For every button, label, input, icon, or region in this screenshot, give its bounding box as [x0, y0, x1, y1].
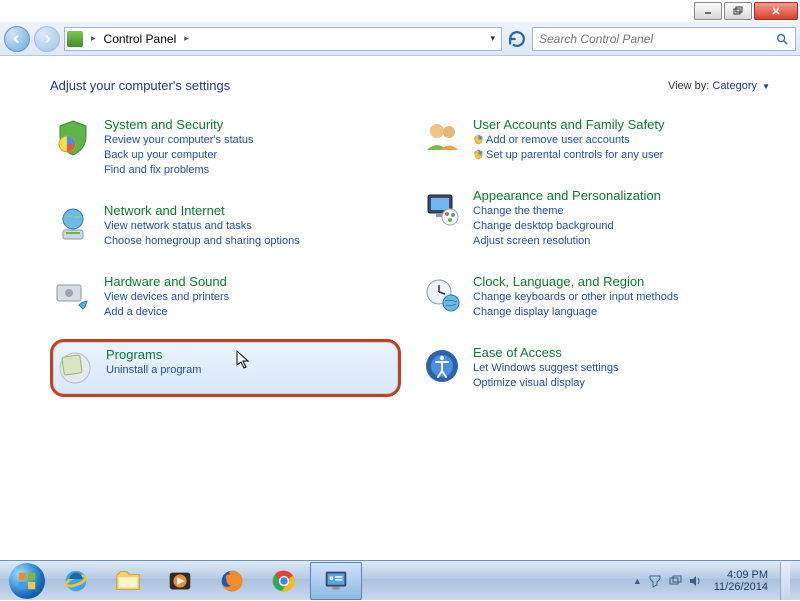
- right-column: User Accounts and Family Safety Add or r…: [419, 111, 770, 397]
- cat-clock-language[interactable]: Clock, Language, and Region Change keybo…: [419, 268, 770, 325]
- category-title[interactable]: Network and Internet: [104, 203, 300, 218]
- view-by-label: View by:: [668, 80, 709, 92]
- system-security-icon: [52, 117, 94, 159]
- category-link[interactable]: Change the theme: [473, 204, 661, 218]
- taskbar-internet-explorer[interactable]: [50, 562, 102, 600]
- action-center-icon[interactable]: [648, 574, 662, 588]
- taskbar-media-player[interactable]: [154, 562, 206, 600]
- volume-icon[interactable]: [688, 574, 702, 588]
- category-title[interactable]: System and Security: [104, 117, 253, 132]
- clock[interactable]: 4:09 PM 11/26/2014: [708, 569, 774, 593]
- category-link[interactable]: Add or remove user accounts: [473, 133, 664, 147]
- clock-date: 11/26/2014: [714, 581, 768, 593]
- chevron-right-icon[interactable]: ▸: [87, 33, 100, 44]
- start-button[interactable]: [6, 561, 48, 601]
- maximize-button[interactable]: [724, 2, 752, 20]
- category-link[interactable]: Adjust screen resolution: [473, 234, 661, 248]
- category-title[interactable]: Ease of Access: [473, 345, 619, 360]
- cat-system-security[interactable]: System and Security Review your computer…: [50, 111, 401, 183]
- view-by-dropdown[interactable]: Category ▼: [712, 80, 770, 92]
- page-title: Adjust your computer's settings: [50, 78, 230, 93]
- appearance-icon: [421, 188, 463, 230]
- left-column: System and Security Review your computer…: [50, 111, 401, 397]
- system-tray: ▲ 4:09 PM 11/26/2014: [633, 562, 794, 600]
- category-title[interactable]: Appearance and Personalization: [473, 188, 661, 203]
- show-desktop-button[interactable]: [780, 562, 790, 600]
- category-link[interactable]: Set up parental controls for any user: [473, 148, 664, 162]
- hardware-sound-icon: [52, 274, 94, 316]
- taskbar-items: [50, 562, 362, 600]
- minimize-button[interactable]: [694, 2, 722, 20]
- category-link[interactable]: Change keyboards or other input methods: [473, 290, 678, 304]
- cat-hardware-sound[interactable]: Hardware and Sound View devices and prin…: [50, 268, 401, 325]
- clock-time: 4:09 PM: [714, 569, 768, 581]
- category-link[interactable]: Change desktop background: [473, 219, 661, 233]
- shield-icon: [473, 149, 484, 160]
- network-icon[interactable]: [668, 574, 682, 588]
- back-button[interactable]: [4, 26, 30, 52]
- address-location[interactable]: Control Panel: [104, 32, 177, 46]
- shield-icon: [473, 134, 484, 145]
- category-title[interactable]: Programs: [106, 347, 201, 362]
- category-link[interactable]: Uninstall a program: [106, 363, 201, 377]
- forward-button[interactable]: [34, 26, 60, 52]
- taskbar-control-panel[interactable]: [310, 562, 362, 600]
- tray-overflow[interactable]: ▲: [633, 576, 642, 586]
- category-link[interactable]: Choose homegroup and sharing options: [104, 234, 300, 248]
- category-link[interactable]: Change display language: [473, 305, 678, 319]
- taskbar-file-explorer[interactable]: [102, 562, 154, 600]
- content-area: Adjust your computer's settings View by:…: [0, 56, 800, 560]
- chevron-down-icon: ▼: [762, 82, 770, 91]
- category-link[interactable]: Review your computer's status: [104, 133, 253, 147]
- category-link[interactable]: View network status and tasks: [104, 219, 300, 233]
- window-controls: [694, 2, 798, 20]
- category-link[interactable]: View devices and printers: [104, 290, 229, 304]
- search-input[interactable]: Search Control Panel: [532, 27, 796, 51]
- view-by: View by: Category ▼: [668, 80, 770, 92]
- refresh-button[interactable]: [506, 28, 528, 50]
- category-title[interactable]: Clock, Language, and Region: [473, 274, 678, 289]
- chevron-right-icon[interactable]: ▸: [180, 33, 193, 44]
- chevron-down-icon[interactable]: ▾: [486, 33, 499, 44]
- category-link[interactable]: Find and fix problems: [104, 163, 253, 177]
- cat-user-accounts[interactable]: User Accounts and Family Safety Add or r…: [419, 111, 770, 168]
- category-link[interactable]: Let Windows suggest settings: [473, 361, 619, 375]
- control-panel-icon: [67, 31, 83, 47]
- taskbar: ▲ 4:09 PM 11/26/2014: [0, 560, 800, 600]
- network-internet-icon: [52, 203, 94, 245]
- cat-network-internet[interactable]: Network and Internet View network status…: [50, 197, 401, 254]
- search-placeholder: Search Control Panel: [539, 32, 653, 46]
- cat-programs[interactable]: Programs Uninstall a program: [50, 339, 401, 397]
- taskbar-chrome[interactable]: [258, 562, 310, 600]
- category-link[interactable]: Add a device: [104, 305, 229, 319]
- cat-ease-of-access[interactable]: Ease of Access Let Windows suggest setti…: [419, 339, 770, 396]
- ease-of-access-icon: [421, 345, 463, 387]
- category-title[interactable]: Hardware and Sound: [104, 274, 229, 289]
- category-title[interactable]: User Accounts and Family Safety: [473, 117, 664, 132]
- search-icon: [775, 32, 789, 46]
- programs-icon: [54, 347, 96, 389]
- category-link[interactable]: Optimize visual display: [473, 376, 619, 390]
- close-button[interactable]: [754, 2, 798, 20]
- cat-appearance[interactable]: Appearance and Personalization Change th…: [419, 182, 770, 254]
- clock-language-icon: [421, 274, 463, 316]
- user-accounts-icon: [421, 117, 463, 159]
- taskbar-firefox[interactable]: [206, 562, 258, 600]
- toolbar: ▸ Control Panel ▸ ▾ Search Control Panel: [0, 22, 800, 56]
- address-bar[interactable]: ▸ Control Panel ▸ ▾: [64, 27, 502, 51]
- category-link[interactable]: Back up your computer: [104, 148, 253, 162]
